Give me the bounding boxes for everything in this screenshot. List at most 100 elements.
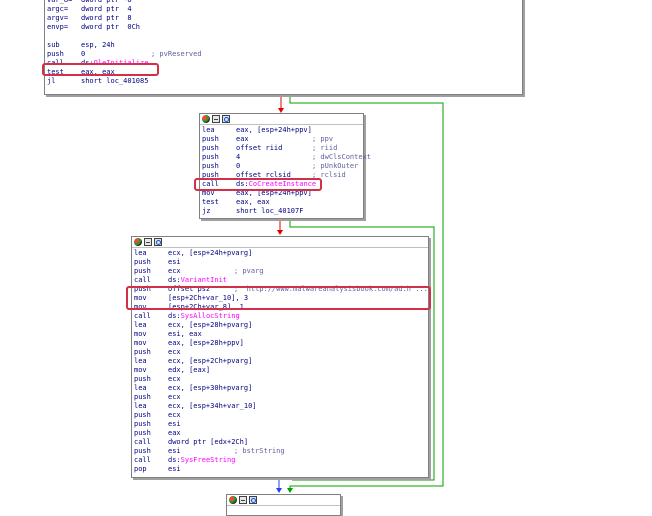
asm-line[interactable]: lea ecx, [esp+24h+pvarg] [134,249,428,258]
graph-color-icon[interactable] [134,238,142,246]
asm-operand: 0 [81,50,86,58]
api-function-name[interactable]: SysFreeString [181,456,236,464]
asm-line[interactable]: push ecx [134,348,428,357]
asm-mnemonic: push [134,393,151,401]
asm-comment: ; ppv [312,135,334,143]
asm-mnemonic: lea [134,357,147,365]
asm-mnemonic: call [134,438,151,446]
block-titlebar [200,114,363,125]
asm-operand: dword ptr 4 [81,5,132,13]
asm-operand: dword ptr [edx+2Ch] [168,438,249,446]
asm-operand: eax [168,429,181,437]
asm-mnemonic: mov [134,330,147,338]
asm-line[interactable]: push ecx [134,393,428,402]
asm-mnemonic: push [134,348,151,356]
asm-line[interactable]: jl short loc_401085 [47,77,522,86]
asm-line[interactable]: lea eax, [esp+24h+ppv] [202,126,363,135]
graph-overview-icon[interactable] [239,496,247,504]
code-block-entry[interactable]: var_8= dword ptr -8 argc= dword ptr 4 argv= d… [44,0,523,95]
asm-line[interactable]: call dword ptr [edx+2Ch] [134,438,428,447]
edge-arrow-green [287,488,293,493]
asm-line[interactable]: call ds:VariantInit [134,276,428,285]
asm-line[interactable]: push esi [134,258,428,267]
asm-line[interactable]: jz short loc_40107F [202,207,363,216]
asm-line[interactable]: lea ecx, [esp+30h+pvarg] [134,384,428,393]
asm-mnemonic: push [134,267,151,275]
asm-line[interactable]: lea ecx, [esp+28h+pvarg] [134,321,428,330]
api-function-name[interactable]: VariantInit [181,276,227,284]
asm-line[interactable]: mov edx, [eax] [134,366,428,375]
asm-line[interactable]: push esi [134,420,428,429]
asm-line[interactable]: call ds:SysAllocString [134,312,428,321]
asm-line[interactable]: push 0 ; pvReserved [47,50,522,59]
asm-line[interactable]: pop esi [134,465,428,474]
asm-mnemonic: lea [202,126,215,134]
code-block-next[interactable] [226,494,341,516]
asm-line[interactable]: push ecx [134,411,428,420]
asm-comment: ; pUnkOuter [312,162,359,170]
code-block-cocreate[interactable]: lea eax, [esp+24h+ppv] push eax ; ppv push off… [199,113,371,219]
asm-operand: 0 [236,162,241,170]
asm-mnemonic: sub [47,41,60,49]
asm-operand: ecx, [esp+34h+var_10] [168,402,257,410]
edge-arrow-red-2 [277,230,283,235]
zoom-icon[interactable] [222,115,230,123]
asm-mnemonic: argv= [47,14,69,22]
asm-mnemonic: push [202,153,219,161]
asm-line[interactable]: push ecx [134,375,428,384]
asm-line[interactable]: mov eax, [esp+28h+ppv] [134,339,428,348]
asm-operand: esi, eax [168,330,202,338]
graph-overview-icon[interactable] [144,238,152,246]
block-titlebar [227,495,340,506]
asm-mnemonic: push [202,144,219,152]
asm-line[interactable]: envp= dword ptr 0Ch [47,23,522,32]
asm-operand: eax [236,135,249,143]
asm-operand: ecx [168,375,181,383]
asm-line[interactable]: push offset riid ; riid [202,144,363,153]
zoom-icon[interactable] [154,238,162,246]
asm-comment: ; pvarg [234,267,264,275]
edge-arrow-blue [276,488,282,493]
asm-operand: offset riid [236,144,283,152]
code-block-navigate[interactable]: lea ecx, [esp+24h+pvarg] push esi push ecx ; p… [131,236,429,478]
asm-line[interactable]: push 4 ; dwClsContext [202,153,371,162]
asm-comment: ; riid [312,144,338,152]
asm-operand: ds: [168,456,181,464]
asm-line[interactable]: argc= dword ptr 4 [47,5,522,14]
asm-mnemonic: push [134,420,151,428]
asm-mnemonic: push [134,447,151,455]
asm-line[interactable]: argv= dword ptr 8 [47,14,522,23]
asm-operand: ecx, [esp+24h+pvarg] [168,249,253,257]
asm-operand: esi [168,420,181,428]
graph-color-icon[interactable] [202,115,210,123]
asm-mnemonic: push [202,162,219,170]
asm-line[interactable]: mov esi, eax [134,330,428,339]
graph-color-icon[interactable] [229,496,237,504]
asm-line[interactable]: push 0 ; pUnkOuter [202,162,363,171]
asm-mnemonic: call [134,456,151,464]
asm-operand: dword ptr 8 [81,14,132,22]
asm-mnemonic: call [134,276,151,284]
asm-operand: 4 [236,153,241,161]
api-function-name[interactable]: SysAllocString [181,312,240,320]
asm-line[interactable]: push eax [134,429,428,438]
asm-line[interactable] [47,32,522,41]
block-navigate-lines: lea ecx, [esp+24h+pvarg] push esi push ecx ; p… [132,248,428,474]
graph-overview-icon[interactable] [212,115,220,123]
asm-line[interactable]: lea ecx, [esp+34h+var_10] [134,402,428,411]
asm-line[interactable]: lea ecx, [esp+2Ch+pvarg] [134,357,428,366]
asm-operand: dword ptr 0Ch [81,23,141,31]
asm-operand: esi [168,465,181,473]
asm-line[interactable]: push esi ; bstrString [134,447,428,456]
asm-line[interactable]: sub esp, 24h [47,41,522,50]
asm-operand: ecx, [esp+28h+pvarg] [168,321,253,329]
asm-mnemonic: lea [134,402,147,410]
asm-line[interactable]: push ecx ; pvarg [134,267,428,276]
asm-comment: ; dwClsContext [312,153,372,161]
asm-line[interactable]: push eax ; ppv [202,135,363,144]
asm-line[interactable]: test eax, eax [202,198,363,207]
asm-mnemonic: push [134,411,151,419]
asm-line[interactable]: call ds:SysFreeString [134,456,428,465]
block-titlebar [132,237,428,248]
zoom-icon[interactable] [249,496,257,504]
